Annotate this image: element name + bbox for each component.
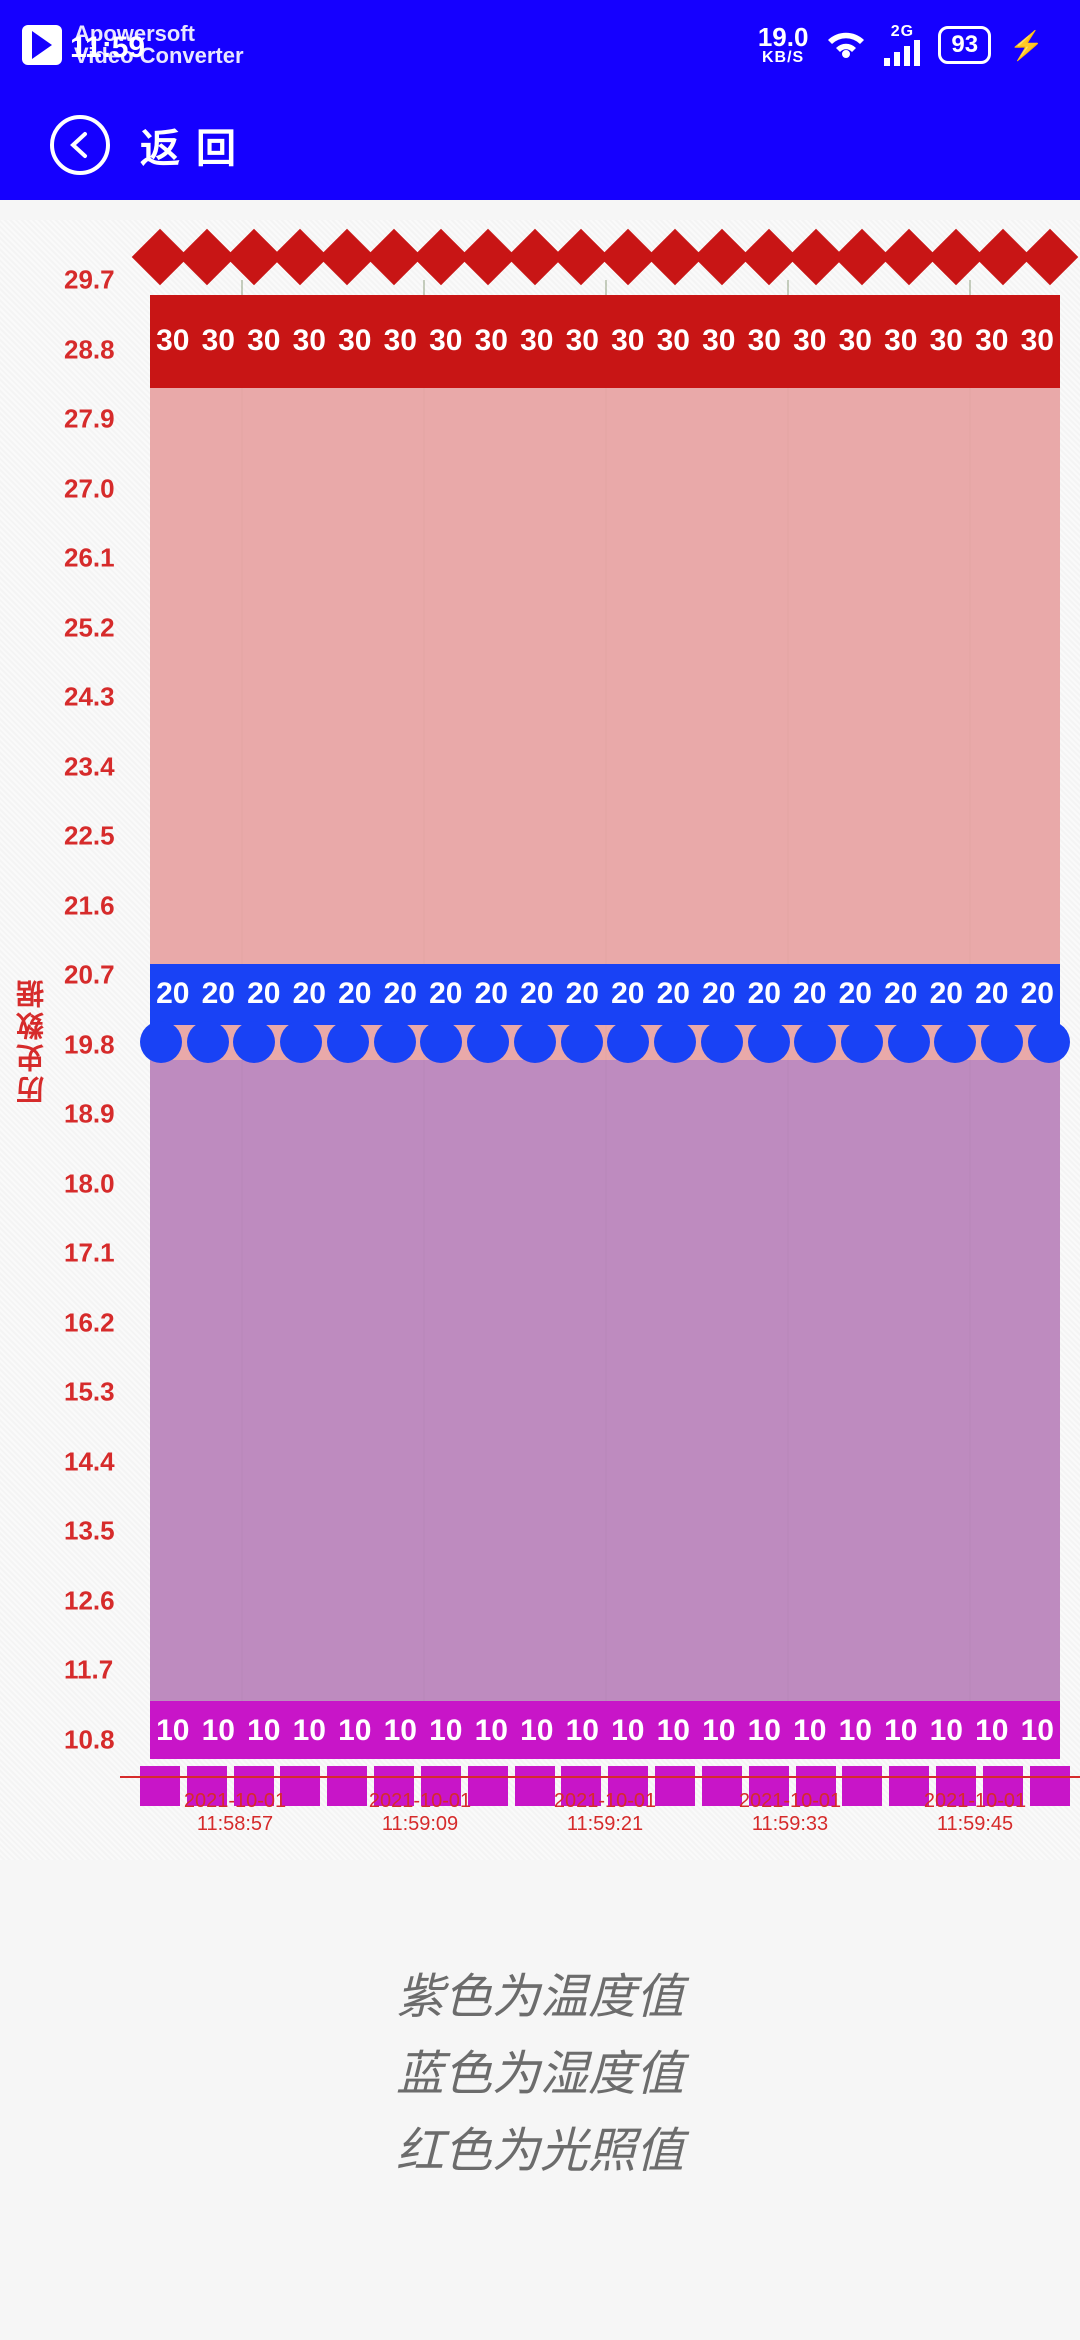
wifi-icon: [826, 28, 866, 62]
x-axis-ticks: 2021-10-01 11:58:57 2021-10-01 11:59:09 20…: [150, 1790, 1060, 1836]
net-speed: 19.0 KB/S: [758, 24, 809, 66]
y-tick: 27.0: [64, 473, 115, 504]
legend-purple: 紫色为温度值: [0, 1960, 1080, 2037]
apowersoft-logo-icon: [18, 21, 66, 69]
y-tick: 19.8: [64, 1029, 115, 1060]
y-tick: 22.5: [64, 821, 115, 852]
x-tick: 2021-10-01 11:59:09: [335, 1790, 505, 1836]
x-tick: 2021-10-01 11:59:45: [890, 1790, 1060, 1836]
y-tick: 25.2: [64, 612, 115, 643]
y-tick: 20.7: [64, 960, 115, 991]
back-button[interactable]: [50, 115, 110, 175]
plot-area: 3030303030303030303030303030303030303030…: [150, 220, 1060, 1860]
y-tick: 14.4: [64, 1446, 115, 1477]
android-statusbar: Apowersoft Video Converter 11:59 19.0 KB…: [0, 0, 1080, 90]
y-tick: 29.7: [64, 265, 115, 296]
y-tick: 24.3: [64, 682, 115, 713]
chart-legend: 紫色为温度值 蓝色为湿度值 红色为光照值: [0, 1960, 1080, 2190]
signal-bars-icon: [884, 40, 920, 66]
legend-blue: 蓝色为湿度值: [0, 2037, 1080, 2114]
battery-indicator: 93: [938, 26, 991, 64]
x-tick: 2021-10-01 11:59:21: [520, 1790, 690, 1836]
y-tick: 21.6: [64, 890, 115, 921]
status-time: 11:59: [70, 31, 145, 65]
y-tick: 18.0: [64, 1168, 115, 1199]
y-tick: 23.4: [64, 751, 115, 782]
back-label: 返回: [140, 116, 252, 174]
history-chart[interactable]: 历史数据 29.7 28.8 27.9 27.0 26.1 25.2 24.3 23.4 22.…: [0, 220, 1080, 1860]
app-navbar: 返回: [0, 90, 1080, 200]
y-tick: 13.5: [64, 1516, 115, 1547]
y-tick: 16.2: [64, 1307, 115, 1338]
x-axis-line: [120, 1776, 1080, 1778]
x-tick: 2021-10-01 11:59:33: [705, 1790, 875, 1836]
y-tick: 26.1: [64, 543, 115, 574]
y-tick: 10.8: [64, 1725, 115, 1756]
legend-red: 红色为光照值: [0, 2114, 1080, 2191]
charging-icon: ⚡: [1009, 29, 1044, 62]
y-tick: 11.7: [64, 1655, 113, 1686]
y-tick: 12.6: [64, 1585, 115, 1616]
y-tick: 18.9: [64, 1099, 115, 1130]
arrow-left-icon: [65, 130, 95, 160]
y-tick: 15.3: [64, 1377, 115, 1408]
y-tick: 17.1: [64, 1238, 115, 1269]
y-tick: 28.8: [64, 334, 115, 365]
y-axis-label: 历史数据: [12, 976, 52, 1104]
x-tick: 2021-10-01 11:58:57: [150, 1790, 320, 1836]
y-tick: 27.9: [64, 404, 115, 435]
cell-signal: 2G: [884, 24, 920, 66]
